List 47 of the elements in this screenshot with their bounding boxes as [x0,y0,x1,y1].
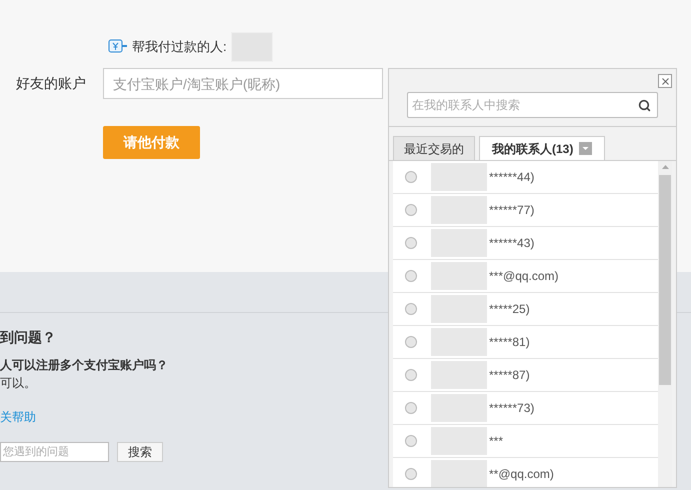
contact-account: ******77) [489,202,534,219]
help-title: 到问题？ [0,328,56,347]
dropdown-icon [579,142,592,155]
search-icon [638,99,651,112]
help-search-field[interactable]: 您遇到的问题 [0,442,109,462]
radio-button[interactable] [405,237,417,249]
contact-tab[interactable]: 最近交易的 [393,136,475,160]
radio-button[interactable] [405,171,417,183]
contact-account: ******44) [489,169,534,186]
radio-button[interactable] [405,402,417,414]
close-icon[interactable] [658,74,672,88]
contact-account: *****87) [489,367,530,384]
help-answer: 可以。 [0,375,36,392]
contact-account: ******73) [489,400,534,417]
contact-row[interactable]: **@qq.com) [393,458,658,487]
contact-row[interactable]: ******73) [393,392,658,425]
radio-button[interactable] [405,204,417,216]
radio-button[interactable] [405,336,417,348]
contact-tab[interactable]: 我的联系人(13) [479,136,606,160]
scroll-up-icon[interactable] [662,164,668,169]
contact-account: *****25) [489,301,530,318]
radio-button[interactable] [405,468,417,480]
help-search-button[interactable]: 搜索 [117,442,163,462]
radio-button[interactable] [405,303,417,315]
radio-button[interactable] [405,270,417,282]
radio-button[interactable] [405,435,417,447]
help-question: 人可以注册多个支付宝账户吗？ [0,357,168,374]
contact-row[interactable]: *****81) [393,326,658,359]
contact-account: ******43) [489,235,534,252]
contact-search-field[interactable]: 在我的联系人中搜索 [407,92,658,118]
contact-row[interactable]: ******77) [393,194,658,227]
contact-account: **@qq.com) [489,466,554,483]
contact-row[interactable]: ******43) [393,227,658,260]
yuan-card-icon [108,39,128,55]
contact-row[interactable]: ******44) [393,161,658,194]
contact-row[interactable]: ***@qq.com) [393,260,658,293]
payers-label: 帮我付过款的人: [132,38,227,56]
radio-button[interactable] [405,369,417,381]
account-label: 好友的账户 [15,74,87,93]
contact-row[interactable]: *****25) [393,293,658,326]
account-input-field[interactable]: 支付宝账户/淘宝账户(昵称) [103,68,383,99]
contact-account: ***@qq.com) [489,268,559,285]
contact-account: *** [489,433,504,450]
contact-row[interactable]: *****87) [393,359,658,392]
contact-account: *****81) [489,334,530,351]
scrollbar-thumb[interactable] [659,175,671,385]
contact-row[interactable]: *** [393,425,658,458]
